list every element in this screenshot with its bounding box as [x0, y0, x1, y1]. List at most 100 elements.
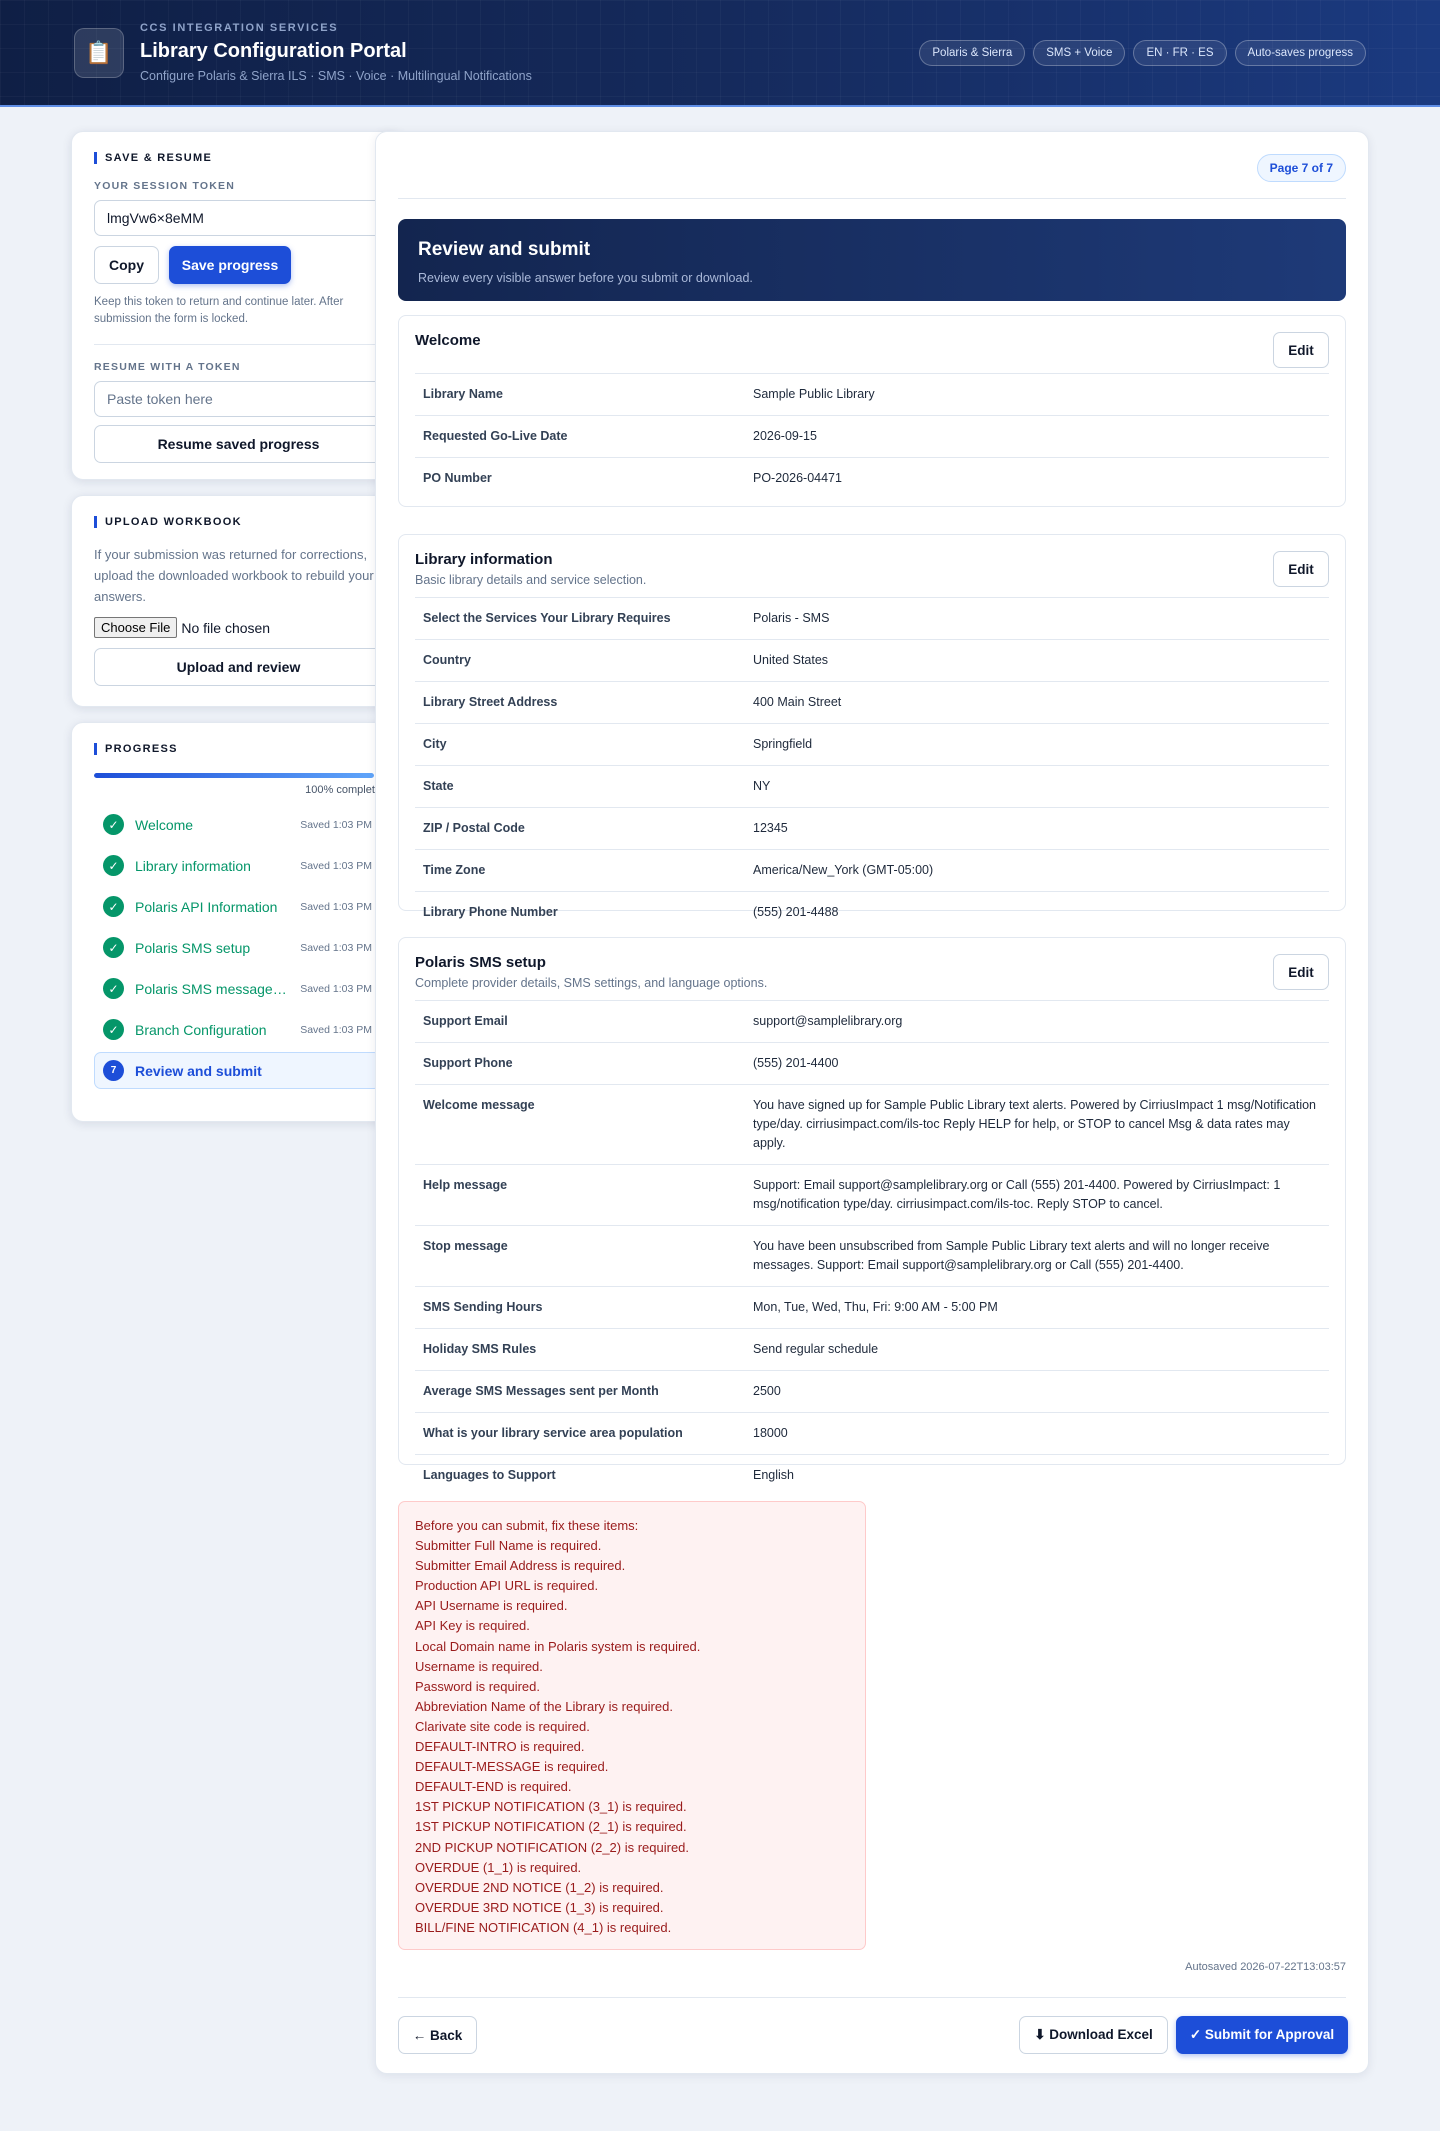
error-item: DEFAULT-END is required.	[415, 1779, 572, 1795]
answer-value: Support: Email support@samplelibrary.org…	[753, 1178, 1281, 1211]
step-name: Polaris API Information	[135, 898, 278, 915]
page-title: Review and submit	[418, 239, 591, 260]
answer-row: Stop message You have been unsubscribed f…	[415, 1225, 1329, 1286]
choose-file-button[interactable]: Choose File	[94, 617, 178, 638]
answer-value: 12345	[753, 821, 788, 835]
check-icon: ✓	[103, 896, 124, 917]
answer-row: Library Street Address 400 Main Street	[415, 681, 1329, 723]
resume-token-input[interactable]	[94, 381, 383, 417]
error-item: Submitter Email Address is required.	[415, 1558, 626, 1574]
step-name: Polaris SMS setup	[135, 939, 251, 956]
answer-label: Help message	[423, 1178, 508, 1192]
download-excel-button[interactable]: ⬇ Download Excel	[1019, 2016, 1168, 2054]
progress-bar-fill	[94, 773, 374, 778]
answer-value: Mon, Tue, Wed, Thu, Fri: 9:00 AM - 5:00 …	[753, 1300, 998, 1314]
answer-value: Sample Public Library	[753, 387, 875, 401]
section-subtitle: Complete provider details, SMS settings,…	[415, 976, 768, 990]
edit-welcome-button[interactable]: Edit	[1273, 332, 1329, 368]
feature-chips: Polaris & Sierra SMS + Voice EN · FR · E…	[919, 40, 1366, 66]
check-icon: ✓	[103, 978, 124, 999]
answer-row: Select the Services Your Library Require…	[415, 597, 1329, 639]
answer-value: 2500	[753, 1384, 781, 1398]
error-item: 1ST PICKUP NOTIFICATION (2_1) is require…	[415, 1819, 687, 1835]
step-saved-time: Saved 1:03 PM	[300, 941, 372, 954]
brand: CCS INTEGRATION SERVICES Library Configu…	[140, 22, 532, 83]
error-item: API Username is required.	[415, 1598, 568, 1614]
answer-label: Holiday SMS Rules	[423, 1342, 537, 1356]
answer-row: ZIP / Postal Code 12345	[415, 807, 1329, 849]
progress-card: PROGRESS 100% complete ✓ Welcome Saved 1…	[71, 722, 404, 1122]
answer-value: Springfield	[753, 737, 813, 751]
step-name: Review and submit	[135, 1062, 262, 1079]
answer-value: PO-2026-04471	[753, 471, 842, 485]
back-button[interactable]: ← Back	[398, 2016, 477, 2054]
answer-row: Help message Support: Email support@sampl…	[415, 1164, 1329, 1225]
chip-ils: Polaris & Sierra	[919, 40, 1026, 66]
error-item: OVERDUE (1_1) is required.	[415, 1859, 582, 1875]
answer-label: Library Street Address	[423, 695, 558, 709]
answer-label: Time Zone	[423, 863, 486, 877]
answer-value: (555) 201-4488	[753, 905, 839, 919]
answer-label: State	[423, 779, 454, 793]
answer-label: Country	[423, 653, 471, 667]
error-item: Production API URL is required.	[415, 1578, 599, 1594]
answer-value: 18000	[753, 1426, 788, 1440]
submit-for-approval-button[interactable]: ✓ Submit for Approval	[1176, 2016, 1348, 2054]
answer-row: Time Zone America/New_York (GMT-05:00)	[415, 849, 1329, 891]
section-title: Polaris SMS setup	[415, 954, 546, 971]
clipboard-icon: 📋	[74, 28, 124, 78]
progress-label: 100% complete	[305, 784, 381, 796]
copy-token-button[interactable]: Copy	[94, 246, 159, 284]
step-saved-time: Saved 1:03 PM	[300, 859, 372, 872]
answer-value: America/New_York (GMT-05:00)	[753, 863, 934, 877]
error-item: Abbreviation Name of the Library is requ…	[415, 1698, 673, 1714]
error-item: API Key is required.	[415, 1618, 530, 1634]
step-review-submit[interactable]: 7 Review and submit	[94, 1052, 381, 1089]
save-progress-button[interactable]: Save progress	[169, 246, 291, 284]
answer-label: Select the Services Your Library Require…	[423, 611, 671, 625]
answer-label: Library Name	[423, 387, 503, 401]
check-icon: ✓	[103, 855, 124, 876]
step-saved-time: Saved 1:03 PM	[300, 818, 372, 831]
step-library-information[interactable]: ✓ Library information Saved 1:03 PM	[94, 847, 381, 884]
answer-value: 400 Main Street	[753, 695, 842, 709]
chip-channels: SMS + Voice	[1033, 40, 1126, 66]
error-item: Password is required.	[415, 1678, 540, 1694]
answer-label: What is your library service area popula…	[423, 1426, 683, 1440]
step-polaris-sms-messages[interactable]: ✓ Polaris SMS messages (English) Saved 1…	[94, 970, 381, 1007]
upload-review-button[interactable]: Upload and review	[94, 648, 383, 686]
step-list: ✓ Welcome Saved 1:03 PM ✓ Library inform…	[94, 806, 381, 1089]
answer-row: SMS Sending Hours Mon, Tue, Wed, Thu, Fri…	[415, 1286, 1329, 1328]
step-name: Polaris SMS messages (English)	[135, 980, 293, 997]
edit-library-information-button[interactable]: Edit	[1273, 551, 1329, 587]
step-branch-configuration[interactable]: ✓ Branch Configuration Saved 1:03 PM	[94, 1011, 381, 1048]
save-resume-title: SAVE & RESUME	[94, 152, 381, 164]
divider	[398, 1997, 1346, 1998]
section-subtitle: Basic library details and service select…	[415, 573, 647, 587]
answer-row: State NY	[415, 765, 1329, 807]
answer-label: Welcome message	[423, 1098, 535, 1112]
session-token-input[interactable]	[94, 200, 383, 236]
answer-label: Support Phone	[423, 1056, 513, 1070]
error-item: OVERDUE 3RD NOTICE (1_3) is required.	[415, 1899, 664, 1915]
step-polaris-sms-setup[interactable]: ✓ Polaris SMS setup Saved 1:03 PM	[94, 929, 381, 966]
session-token-label: YOUR SESSION TOKEN	[94, 180, 236, 192]
answer-value: Send regular schedule	[753, 1342, 879, 1356]
error-item: OVERDUE 2ND NOTICE (1_2) is required.	[415, 1879, 664, 1895]
step-welcome[interactable]: ✓ Welcome Saved 1:03 PM	[94, 806, 381, 843]
answer-row: Support Email support@samplelibrary.org	[415, 1000, 1329, 1042]
answer-row: Library Name Sample Public Library	[415, 373, 1329, 415]
error-item: DEFAULT-INTRO is required.	[415, 1739, 585, 1755]
resume-progress-button[interactable]: Resume saved progress	[94, 425, 383, 463]
answer-label: City	[423, 737, 447, 751]
edit-polaris-sms-setup-button[interactable]: Edit	[1273, 954, 1329, 990]
step-saved-time: Saved 1:03 PM	[300, 1023, 372, 1036]
resume-token-label: RESUME WITH A TOKEN	[94, 361, 241, 373]
answer-row: Welcome message You have signed up for Sa…	[415, 1084, 1329, 1164]
step-polaris-api[interactable]: ✓ Polaris API Information Saved 1:03 PM	[94, 888, 381, 925]
app-subtitle: Configure Polaris & Sierra ILS · SMS · V…	[140, 69, 532, 83]
error-item: BILL/FINE NOTIFICATION (4_1) is required…	[415, 1919, 672, 1935]
error-item: Clarivate site code is required.	[415, 1718, 590, 1734]
answer-value: Polaris - SMS	[753, 611, 830, 625]
answer-value: You have been unsubscribed from Sample P…	[753, 1239, 1270, 1272]
